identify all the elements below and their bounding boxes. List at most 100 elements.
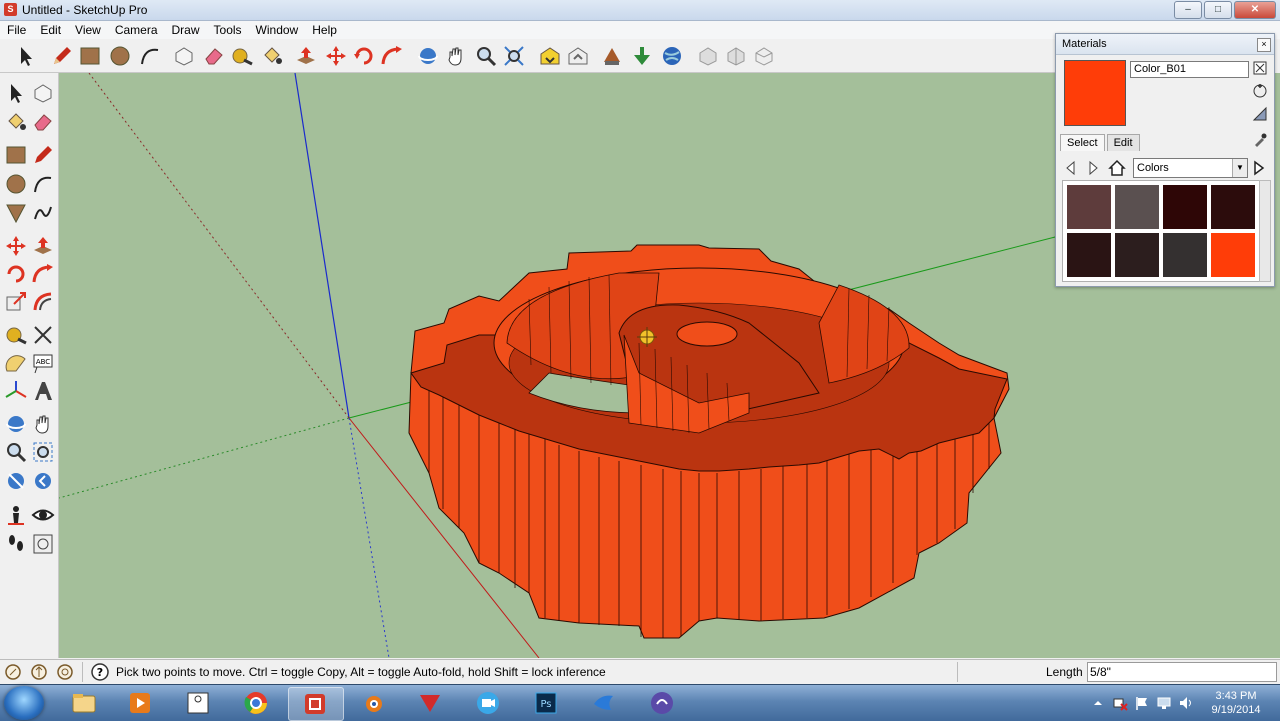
- taskbar-video-call[interactable]: [462, 687, 516, 719]
- line-icon[interactable]: [31, 143, 55, 167]
- zoom-extents-icon[interactable]: [4, 469, 28, 493]
- volume-icon[interactable]: [1178, 695, 1194, 711]
- paint-bucket-icon[interactable]: [260, 44, 284, 68]
- sample-paint-icon[interactable]: [1252, 132, 1268, 148]
- orbit-icon[interactable]: [416, 44, 440, 68]
- offset-icon[interactable]: [31, 290, 55, 314]
- pencil-icon[interactable]: [50, 44, 74, 68]
- taskbar-torrent[interactable]: [636, 687, 690, 719]
- zoom-window-icon[interactable]: [31, 440, 55, 464]
- position-camera-icon[interactable]: [4, 503, 28, 527]
- show-hidden-icons-icon[interactable]: [1090, 695, 1106, 711]
- display-secondary-icon[interactable]: [1252, 60, 1268, 76]
- make-component-icon[interactable]: [31, 81, 55, 105]
- section-plane-icon[interactable]: [31, 532, 55, 556]
- network-icon[interactable]: [1112, 695, 1128, 711]
- select-icon[interactable]: [14, 44, 38, 68]
- component-b-icon[interactable]: [724, 44, 748, 68]
- taskbar-media-player[interactable]: [114, 687, 168, 719]
- length-input[interactable]: 5/8": [1087, 662, 1277, 682]
- zoom-extents-icon[interactable]: [502, 44, 526, 68]
- axes-icon[interactable]: [4, 379, 28, 403]
- close-button[interactable]: ✕: [1234, 1, 1276, 19]
- follow-me-icon[interactable]: [31, 262, 55, 286]
- taskbar-clock[interactable]: 3:43 PM 9/19/2014: [1204, 689, 1268, 717]
- taskbar-sketchup[interactable]: [288, 687, 344, 721]
- taskbar-red-app[interactable]: [404, 687, 458, 719]
- get-models-icon[interactable]: [600, 44, 624, 68]
- menu-window[interactable]: Window: [249, 23, 306, 37]
- material-name-field[interactable]: Color_B01: [1130, 61, 1249, 78]
- menu-draw[interactable]: Draw: [165, 23, 207, 37]
- text-icon[interactable]: ABC: [31, 351, 55, 375]
- tab-select[interactable]: Select: [1060, 134, 1105, 151]
- taskbar-explorer[interactable]: [58, 687, 112, 719]
- default-material-icon[interactable]: [1252, 106, 1268, 122]
- component-c-icon[interactable]: [752, 44, 776, 68]
- display-icon[interactable]: [1156, 695, 1172, 711]
- zoom-icon[interactable]: [474, 44, 498, 68]
- material-swatch[interactable]: [1163, 233, 1207, 277]
- material-swatch[interactable]: [1115, 185, 1159, 229]
- tab-edit[interactable]: Edit: [1106, 134, 1140, 151]
- walk-icon[interactable]: [4, 532, 28, 556]
- back-icon[interactable]: [1062, 159, 1080, 177]
- tape-measure-icon[interactable]: [4, 323, 28, 347]
- close-panel-icon[interactable]: ×: [1257, 38, 1271, 52]
- minimize-button[interactable]: –: [1174, 1, 1202, 19]
- zoom-icon[interactable]: [4, 440, 28, 464]
- rectangle-icon[interactable]: [4, 143, 28, 167]
- push-pull-icon[interactable]: [294, 44, 318, 68]
- eraser-icon[interactable]: [31, 110, 55, 134]
- paint-bucket-icon[interactable]: [4, 110, 28, 134]
- push-pull-icon[interactable]: [31, 234, 55, 258]
- material-swatch[interactable]: [1163, 185, 1207, 229]
- extension-icon[interactable]: [630, 44, 654, 68]
- taskbar-bird-app[interactable]: [578, 687, 632, 719]
- rotate-icon[interactable]: [4, 262, 28, 286]
- dimension-icon[interactable]: [31, 323, 55, 347]
- select-icon[interactable]: [4, 81, 28, 105]
- menu-view[interactable]: View: [68, 23, 108, 37]
- move-icon[interactable]: [324, 44, 348, 68]
- taskbar-blender[interactable]: [346, 687, 400, 719]
- scale-icon[interactable]: [4, 290, 28, 314]
- help-icon[interactable]: ?: [91, 663, 109, 681]
- look-around-icon[interactable]: [31, 503, 55, 527]
- eraser-icon[interactable]: [202, 44, 226, 68]
- warehouse-icon[interactable]: [538, 44, 562, 68]
- polygon-icon[interactable]: [4, 201, 28, 225]
- swatch-scrollbar[interactable]: [1259, 180, 1271, 282]
- flag-icon[interactable]: [1134, 695, 1150, 711]
- material-swatch[interactable]: [1211, 185, 1255, 229]
- 3d-text-icon[interactable]: [31, 379, 55, 403]
- move-icon[interactable]: [4, 234, 28, 258]
- menu-edit[interactable]: Edit: [33, 23, 68, 37]
- pan-icon[interactable]: [31, 412, 55, 436]
- material-swatch[interactable]: [1067, 233, 1111, 277]
- current-material-swatch[interactable]: [1064, 60, 1126, 126]
- protractor-icon[interactable]: [4, 351, 28, 375]
- material-swatch[interactable]: [1115, 233, 1159, 277]
- taskbar-photoshop[interactable]: Ps: [520, 687, 574, 719]
- arc-icon[interactable]: [31, 172, 55, 196]
- credits-icon[interactable]: [30, 663, 48, 681]
- freehand-icon[interactable]: [31, 201, 55, 225]
- maximize-button[interactable]: □: [1204, 1, 1232, 19]
- pan-icon[interactable]: [444, 44, 468, 68]
- taskbar-puzzle[interactable]: [172, 687, 226, 719]
- orbit-icon[interactable]: [4, 412, 28, 436]
- library-select[interactable]: Colors ▼: [1133, 158, 1248, 178]
- rectangle-icon[interactable]: [78, 44, 102, 68]
- start-button[interactable]: [4, 686, 44, 720]
- home-icon[interactable]: [1108, 159, 1126, 177]
- material-swatch[interactable]: [1211, 233, 1255, 277]
- previous-view-icon[interactable]: [31, 469, 55, 493]
- circle-icon[interactable]: [108, 44, 132, 68]
- follow-me-icon[interactable]: [380, 44, 404, 68]
- taskbar-chrome[interactable]: [230, 687, 284, 719]
- user-icon[interactable]: [56, 663, 74, 681]
- rotate-icon[interactable]: [352, 44, 376, 68]
- forward-icon[interactable]: [1084, 159, 1102, 177]
- menu-help[interactable]: Help: [305, 23, 344, 37]
